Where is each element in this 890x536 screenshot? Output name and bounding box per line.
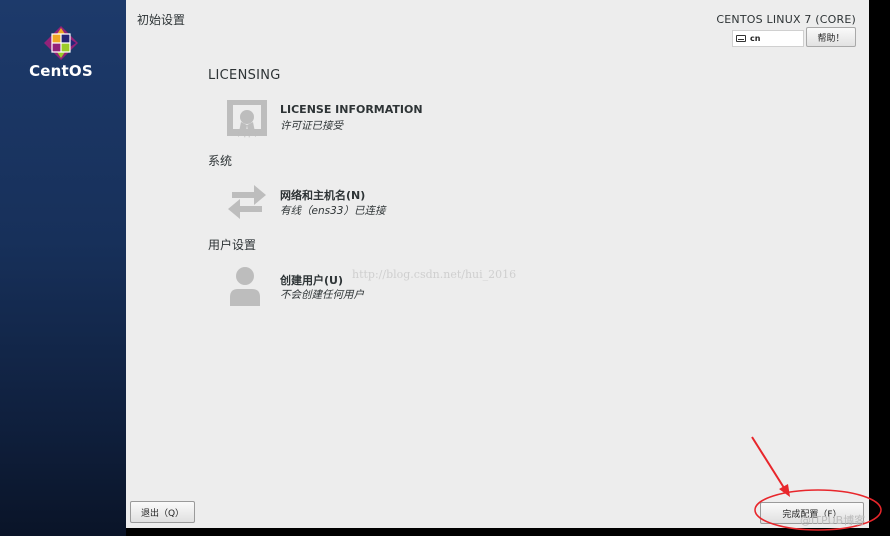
logo-text: CentOS xyxy=(29,62,93,80)
product-name: CENTOS LINUX 7 (CORE) xyxy=(716,13,856,26)
spoke-network-hostname[interactable]: 网络和主机名(N) xyxy=(280,187,365,203)
section-heading-user-settings: 用户设置 xyxy=(208,238,257,252)
user-icon[interactable] xyxy=(224,264,270,310)
spoke-network-status: 有线（ens33）已连接 xyxy=(280,205,386,217)
spoke-create-user[interactable]: 创建用户(U) xyxy=(280,272,343,288)
page-title: 初始设置 xyxy=(137,13,186,27)
spoke-user-status: 不会创建任何用户 xyxy=(280,289,364,301)
centos-logo-icon xyxy=(44,26,78,60)
quit-button[interactable]: 退出（Q） xyxy=(130,501,195,523)
spoke-license-information[interactable]: LICENSE INFORMATION xyxy=(280,103,423,116)
credit-watermark: @ITPUB博客 xyxy=(800,514,866,527)
sidebar: CentOS xyxy=(0,0,126,536)
spoke-license-status: 许可证已接受 xyxy=(280,120,343,132)
section-heading-system: 系统 xyxy=(208,154,233,168)
help-button[interactable]: 帮助！ xyxy=(806,27,856,47)
keyboard-icon xyxy=(736,35,746,42)
license-certificate-icon[interactable] xyxy=(224,97,270,143)
watermark-text: http://blog.csdn.net/hui_2016 xyxy=(352,268,517,281)
main-panel: 初始设置 CENTOS LINUX 7 (CORE) cn 帮助！ LICENS… xyxy=(126,0,869,528)
network-arrows-icon[interactable] xyxy=(224,179,270,225)
section-heading-licensing: LICENSING xyxy=(208,68,281,83)
keyboard-layout-label: cn xyxy=(750,34,761,43)
keyboard-layout-indicator[interactable]: cn xyxy=(732,30,804,47)
